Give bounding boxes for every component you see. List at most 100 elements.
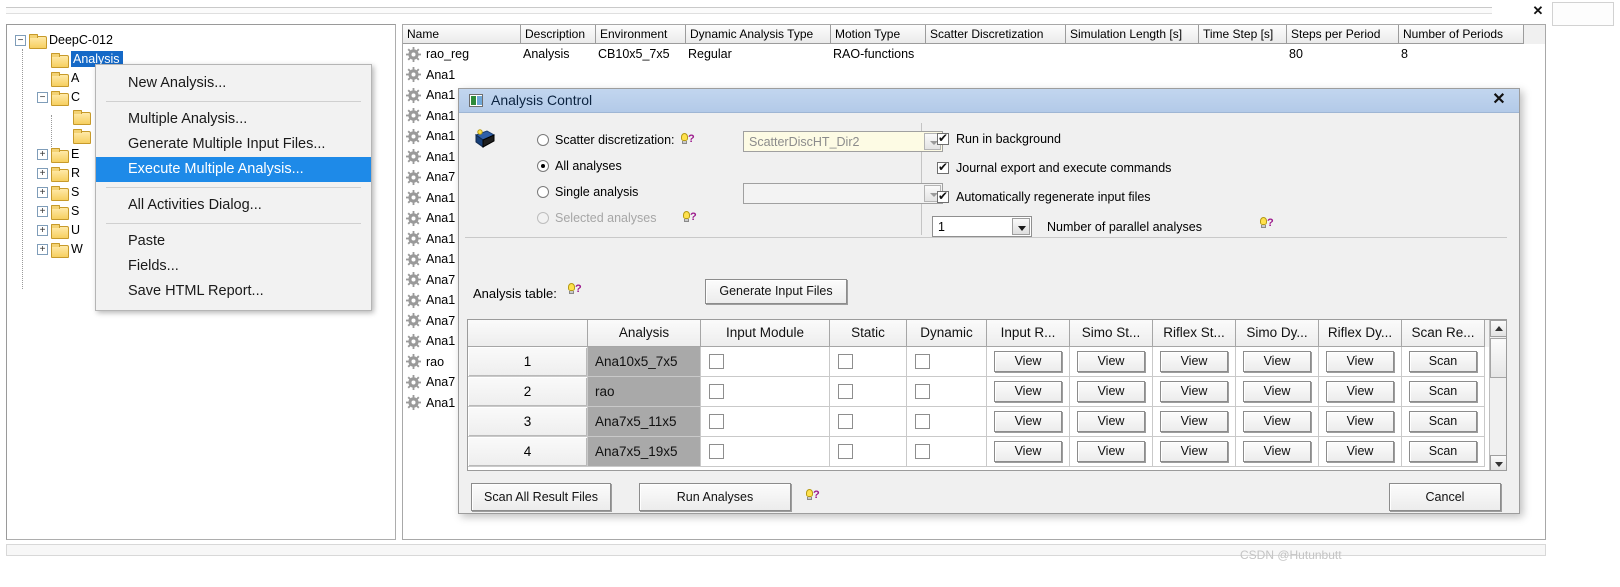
list-column-header[interactable]: Time Step [s] [1199,25,1287,44]
run-analyses-help-icon[interactable]: ? [803,489,823,503]
grid-cell-simo-st[interactable]: View [1070,437,1153,467]
grid-cell-analysis-name[interactable]: Ana7x5_11x5 [588,407,701,437]
list-column-header[interactable]: Scatter Discretization [926,25,1066,44]
view-input-r-button[interactable]: View [993,381,1063,402]
view-simo-st-button[interactable]: View [1076,411,1146,432]
view-simo-dy-button[interactable]: View [1242,351,1312,372]
grid-cell-simo-dy[interactable]: View [1236,377,1319,407]
single-analysis-option[interactable]: Single analysis [537,185,638,199]
analysis-control-dialog[interactable]: Analysis Control ✕ Scatter discretizatio… [458,88,1520,514]
expand-icon[interactable]: + [37,168,48,180]
context-menu-item[interactable]: All Activities Dialog... [96,193,371,218]
auto-regenerate-checkbox[interactable] [937,188,949,204]
grid-cell-input-r[interactable]: View [987,377,1070,407]
grid-row[interactable]: 1 Ana10x5_7x5 View View View View View Scan [468,347,1506,377]
scroll-up-icon[interactable] [1490,320,1506,337]
view-riflex-dy-button[interactable]: View [1325,351,1395,372]
grid-column-header[interactable]: Static [830,320,907,347]
view-simo-st-button[interactable]: View [1076,381,1146,402]
grid-column-header[interactable]: Scan Re... [1402,320,1485,347]
expand-icon[interactable]: + [37,244,48,256]
grid-cell-riflex-dy[interactable]: View [1319,377,1402,407]
grid-cell-static[interactable] [830,407,907,437]
grid-cell-riflex-st[interactable]: View [1153,377,1236,407]
grid-checkbox[interactable] [915,384,930,399]
view-riflex-st-button[interactable]: View [1159,411,1229,432]
grid-cell-riflex-st[interactable]: View [1153,437,1236,467]
grid-checkbox[interactable] [709,414,724,429]
grid-vertical-scrollbar[interactable] [1489,320,1506,470]
view-input-r-button[interactable]: View [993,411,1063,432]
journal-export-checkbox[interactable] [937,159,949,175]
grid-cell-input-module[interactable] [701,347,830,377]
view-simo-dy-button[interactable]: View [1242,411,1312,432]
grid-checkbox[interactable] [838,354,853,369]
view-riflex-st-button[interactable]: View [1159,441,1229,462]
dialog-close-button[interactable]: ✕ [1489,91,1509,109]
all-analyses-radio[interactable] [537,160,549,172]
grid-cell-input-r[interactable]: View [987,407,1070,437]
context-menu-item[interactable]: Fields... [96,254,371,279]
grid-cell-simo-st[interactable]: View [1070,377,1153,407]
grid-checkbox[interactable] [709,354,724,369]
list-column-header[interactable]: Description [521,25,596,44]
grid-cell-simo-st[interactable]: View [1070,347,1153,377]
context-menu-item[interactable]: Generate Multiple Input Files... [96,132,371,157]
list-column-header[interactable]: Environment [596,25,686,44]
grid-row[interactable]: 3 Ana7x5_11x5 View View View View View Scan [468,407,1506,437]
view-input-r-button[interactable]: View [993,441,1063,462]
scan-result-button[interactable]: Scan [1408,411,1478,432]
auto-regenerate-option[interactable]: Automatically regenerate input files [937,188,1151,204]
grid-column-header[interactable]: Input R... [987,320,1070,347]
generate-input-files-button[interactable]: Generate Input Files [705,279,847,304]
view-riflex-st-button[interactable]: View [1159,351,1229,372]
grid-checkbox[interactable] [915,444,930,459]
context-menu-item[interactable]: New Analysis... [96,71,371,96]
grid-column-header[interactable]: Riflex Dy... [1319,320,1402,347]
scrollbar-thumb[interactable] [1490,338,1506,378]
view-simo-st-button[interactable]: View [1076,441,1146,462]
grid-cell-dynamic[interactable] [907,377,987,407]
list-column-header[interactable]: Steps per Period [1287,25,1399,44]
list-column-header[interactable]: Motion Type [831,25,926,44]
grid-cell-input-module[interactable] [701,437,830,467]
grid-cell-dynamic[interactable] [907,437,987,467]
selected-analyses-help-icon[interactable]: ? [682,211,698,225]
list-column-header[interactable]: Simulation Length [s] [1066,25,1199,44]
grid-cell-analysis-name[interactable]: rao [588,377,701,407]
grid-checkbox[interactable] [838,384,853,399]
grid-cell-scan-re[interactable]: Scan [1402,437,1485,467]
grid-cell-riflex-dy[interactable]: View [1319,347,1402,377]
single-analysis-radio[interactable] [537,186,549,198]
analysis-grid-rows[interactable]: 1 Ana10x5_7x5 View View View View View Scan 2 rao… [468,347,1506,467]
grid-checkbox[interactable] [709,384,724,399]
grid-column-header[interactable]: Input Module [701,320,830,347]
tree-node[interactable]: − DeepC-012 [15,31,395,50]
list-column-header[interactable]: Number of Periods [1399,25,1524,44]
run-analyses-button[interactable]: Run Analyses [639,483,791,511]
grid-column-header[interactable]: Simo Dy... [1236,320,1319,347]
context-menu-item[interactable]: Multiple Analysis... [96,107,371,132]
analysis-grid[interactable]: Analysis Input Module Static Dynamic Input R… [467,319,1507,471]
grid-cell-static[interactable] [830,437,907,467]
grid-cell-static[interactable] [830,347,907,377]
journal-export-option[interactable]: Journal export and execute commands [937,159,1171,175]
view-riflex-dy-button[interactable]: View [1325,381,1395,402]
view-riflex-dy-button[interactable]: View [1325,411,1395,432]
view-riflex-dy-button[interactable]: View [1325,441,1395,462]
grid-cell-riflex-dy[interactable]: View [1319,407,1402,437]
grid-cell-scan-re[interactable]: Scan [1402,407,1485,437]
grid-cell-simo-dy[interactable]: View [1236,347,1319,377]
grid-cell-dynamic[interactable] [907,347,987,377]
grid-checkbox[interactable] [838,414,853,429]
grid-column-header[interactable]: Simo St... [1070,320,1153,347]
grid-cell-static[interactable] [830,377,907,407]
grid-cell-simo-dy[interactable]: View [1236,407,1319,437]
grid-cell-input-r[interactable]: View [987,347,1070,377]
view-riflex-st-button[interactable]: View [1159,381,1229,402]
scan-result-button[interactable]: Scan [1408,351,1478,372]
grid-cell-input-module[interactable] [701,407,830,437]
view-simo-dy-button[interactable]: View [1242,381,1312,402]
window-close-button[interactable]: ✕ [1530,4,1546,18]
list-column-header[interactable]: Dynamic Analysis Type [686,25,831,44]
